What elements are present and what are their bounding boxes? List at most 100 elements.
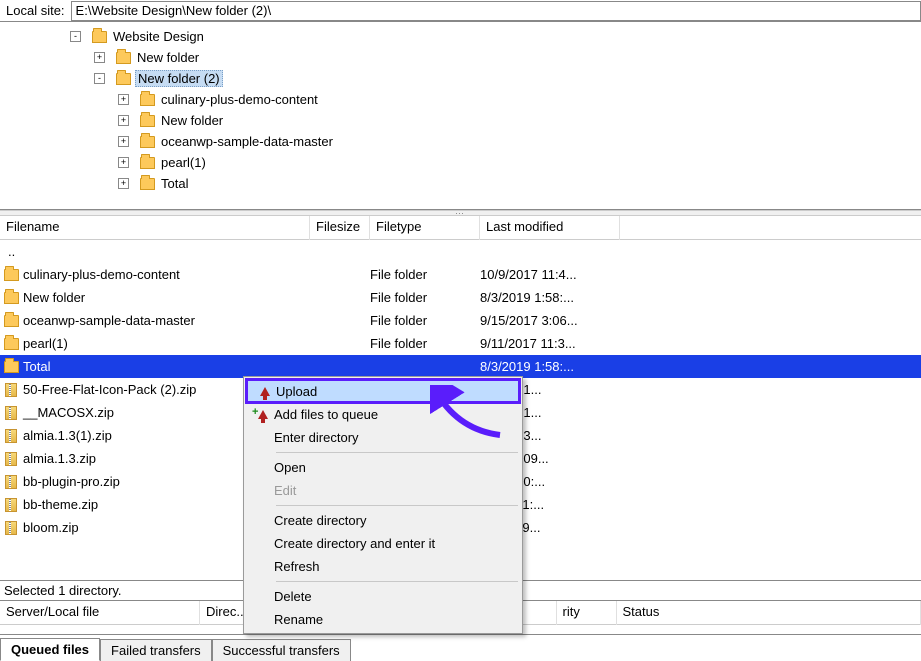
menu-item-delete[interactable]: Delete xyxy=(246,585,520,608)
parent-directory: .. xyxy=(8,244,15,259)
column-header-modified[interactable]: Last modified xyxy=(480,216,620,240)
local-site-bar: Local site: E:\Website Design\New folder… xyxy=(0,0,921,22)
tree-node[interactable]: - Website Design xyxy=(0,26,921,47)
file-name: bb-theme.zip xyxy=(23,497,98,512)
file-row[interactable]: New folder File folder8/3/2019 1:58:... xyxy=(0,286,921,309)
zip-icon xyxy=(5,406,17,420)
tree-node-label: New folder xyxy=(135,50,201,65)
expand-icon[interactable]: + xyxy=(94,52,105,63)
file-name: pearl(1) xyxy=(23,336,68,351)
file-modified: 10/9/2017 11:4... xyxy=(480,267,620,282)
transfer-tabs: Queued files Failed transfers Successful… xyxy=(0,634,921,660)
menu-item-refresh-label: Refresh xyxy=(274,559,320,574)
column-header-filesize[interactable]: Filesize xyxy=(310,216,370,240)
file-modified: 9/11/2017 11:3... xyxy=(480,336,620,351)
zip-icon xyxy=(5,383,17,397)
file-row[interactable]: Total8/3/2019 1:58:... xyxy=(0,355,921,378)
file-name: bb-plugin-pro.zip xyxy=(23,474,120,489)
file-name: culinary-plus-demo-content xyxy=(23,267,180,282)
file-name: __MACOSX.zip xyxy=(23,405,114,420)
tree-node[interactable]: + New folder xyxy=(0,47,921,68)
column-header-filetype[interactable]: Filetype xyxy=(370,216,480,240)
menu-item-upload-label: Upload xyxy=(276,384,317,399)
folder-tree[interactable]: - Website Design + New folder -New folder (2… xyxy=(0,22,921,210)
file-row[interactable]: culinary-plus-demo-content File folder10/… xyxy=(0,263,921,286)
file-row[interactable]: .. xyxy=(0,240,921,263)
expand-icon[interactable]: + xyxy=(118,94,129,105)
menu-separator xyxy=(276,452,518,453)
expand-icon[interactable]: + xyxy=(118,136,129,147)
folder-icon xyxy=(4,361,19,373)
tree-node-label: Website Design xyxy=(111,29,206,44)
tree-node[interactable]: -New folder (2) xyxy=(0,68,921,89)
upload-icon xyxy=(254,387,276,396)
tab-failed-transfers[interactable]: Failed transfers xyxy=(100,639,212,661)
tree-node[interactable]: + New folder xyxy=(0,110,921,131)
annotation-arrow xyxy=(430,385,510,445)
file-list-header: Filename Filesize Filetype Last modified xyxy=(0,216,921,240)
file-row[interactable]: oceanwp-sample-data-master File folder9/1… xyxy=(0,309,921,332)
zip-icon xyxy=(5,475,17,489)
folder-icon xyxy=(140,136,155,148)
zip-icon xyxy=(5,429,17,443)
menu-separator xyxy=(276,581,518,582)
folder-icon xyxy=(116,52,131,64)
tree-node[interactable]: + pearl(1) xyxy=(0,152,921,173)
folder-icon xyxy=(4,338,19,350)
collapse-icon[interactable]: - xyxy=(70,31,81,42)
file-type: File folder xyxy=(370,267,480,282)
file-type: File folder xyxy=(370,313,480,328)
file-name: oceanwp-sample-data-master xyxy=(23,313,195,328)
local-site-label: Local site: xyxy=(2,1,69,20)
tab-queued-files[interactable]: Queued files xyxy=(0,638,100,661)
tree-node[interactable]: + Total xyxy=(0,173,921,194)
folder-icon xyxy=(4,315,19,327)
menu-item-create-directory-enter[interactable]: Create directory and enter it xyxy=(246,532,520,555)
tree-node-label: New folder xyxy=(159,113,225,128)
menu-item-open-label: Open xyxy=(274,460,306,475)
menu-item-refresh[interactable]: Refresh xyxy=(246,555,520,578)
folder-icon xyxy=(140,157,155,169)
tab-successful-transfers[interactable]: Successful transfers xyxy=(212,639,351,661)
folder-icon xyxy=(140,94,155,106)
menu-item-delete-label: Delete xyxy=(274,589,312,604)
folder-icon xyxy=(116,73,131,85)
tree-node[interactable]: + oceanwp-sample-data-master xyxy=(0,131,921,152)
column-header-priority[interactable]: rity xyxy=(557,601,617,625)
folder-icon xyxy=(92,31,107,43)
tree-node-label: culinary-plus-demo-content xyxy=(159,92,320,107)
folder-icon xyxy=(4,292,19,304)
file-row[interactable]: pearl(1) File folder9/11/2017 11:3... xyxy=(0,332,921,355)
tree-node[interactable]: + culinary-plus-demo-content xyxy=(0,89,921,110)
column-header-status[interactable]: Status xyxy=(617,601,921,625)
file-modified: 8/3/2019 1:58:... xyxy=(480,290,620,305)
menu-item-rename[interactable]: Rename xyxy=(246,608,520,631)
menu-item-create-directory[interactable]: Create directory xyxy=(246,509,520,532)
menu-separator xyxy=(276,505,518,506)
file-type: File folder xyxy=(370,336,480,351)
file-name: almia.1.3(1).zip xyxy=(23,428,112,443)
zip-icon xyxy=(5,521,17,535)
folder-icon xyxy=(140,115,155,127)
column-header-server-file[interactable]: Server/Local file xyxy=(0,601,200,625)
menu-item-rename-label: Rename xyxy=(274,612,323,627)
zip-icon xyxy=(5,452,17,466)
expand-icon[interactable]: + xyxy=(118,178,129,189)
add-to-queue-icon xyxy=(252,410,274,419)
tree-node-label: Total xyxy=(159,176,190,191)
tree-node-label: oceanwp-sample-data-master xyxy=(159,134,335,149)
expand-icon[interactable]: + xyxy=(118,115,129,126)
menu-item-enter-label: Enter directory xyxy=(274,430,359,445)
file-modified: 9/15/2017 3:06... xyxy=(480,313,620,328)
zip-icon xyxy=(5,498,17,512)
collapse-icon[interactable]: - xyxy=(94,73,105,84)
tree-node-label: pearl(1) xyxy=(159,155,208,170)
file-name: New folder xyxy=(23,290,85,305)
menu-item-open[interactable]: Open xyxy=(246,456,520,479)
file-name: bloom.zip xyxy=(23,520,79,535)
column-header-filename[interactable]: Filename xyxy=(0,216,310,240)
local-site-path-input[interactable]: E:\Website Design\New folder (2)\ xyxy=(71,1,921,21)
expand-icon[interactable]: + xyxy=(118,157,129,168)
file-name: almia.1.3.zip xyxy=(23,451,96,466)
file-type: File folder xyxy=(370,290,480,305)
